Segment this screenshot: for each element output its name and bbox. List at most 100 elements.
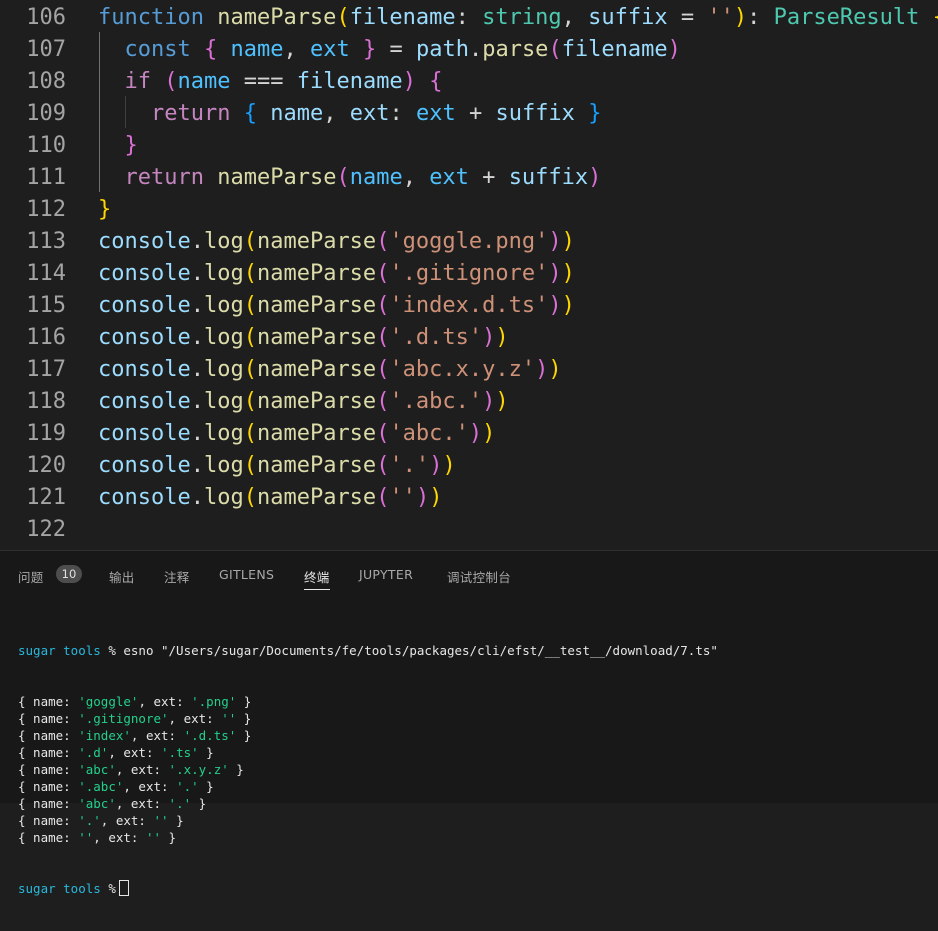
- line-number: 119: [26, 421, 66, 446]
- code-line[interactable]: 108 if (name === filename) {: [0, 66, 938, 98]
- tab-problems[interactable]: 问题: [18, 567, 44, 586]
- output-brace-close: }: [198, 779, 214, 794]
- output-brace-open: { name:: [18, 745, 79, 760]
- code-line[interactable]: 111 return nameParse(name, ext + suffix): [0, 162, 938, 194]
- bottom-panel: 问题 10 输出 注释 GITLENS 终端 JUPYTER 调试控制台 sug…: [0, 551, 938, 896]
- code-line[interactable]: 120 console.log(nameParse('.')): [0, 450, 938, 482]
- code-token: .: [190, 389, 204, 414]
- code-line[interactable]: 107 const { name, ext } = path.parse(fil…: [0, 34, 938, 66]
- code-token: (: [243, 229, 257, 254]
- output-separator: , ext:: [123, 779, 177, 794]
- tab-debug-console[interactable]: 调试控制台: [447, 567, 511, 586]
- code-token: =: [376, 37, 416, 62]
- code-token: suffix: [508, 165, 589, 190]
- code-token: log: [203, 453, 244, 478]
- tab-gitlens[interactable]: GITLENS: [219, 567, 274, 582]
- code-text: console.log(nameParse('.')): [98, 450, 456, 482]
- code-text: function nameParse(filename: string, suf…: [98, 2, 938, 34]
- code-token: filename: [349, 5, 456, 30]
- terminal-output-line: { name: 'abc', ext: '.' }: [18, 795, 928, 812]
- output-separator: , ext:: [130, 728, 184, 743]
- code-token: 'goggle.png': [389, 229, 549, 254]
- code-line[interactable]: 122: [0, 514, 938, 546]
- tab-comments[interactable]: 注释: [164, 567, 190, 586]
- code-line[interactable]: 117 console.log(nameParse('abc.x.y.z')): [0, 354, 938, 386]
- code-line[interactable]: 119 console.log(nameParse('abc.')): [0, 418, 938, 450]
- terminal-output[interactable]: sugar tools % esno "/Users/sugar/Documen…: [18, 608, 928, 931]
- code-token: (: [376, 357, 390, 382]
- code-token: name: [230, 37, 284, 62]
- code-token: ): [429, 485, 443, 510]
- code-token: log: [203, 229, 244, 254]
- code-text: console.log(nameParse('.d.ts')): [98, 322, 509, 354]
- code-token: log: [203, 325, 244, 350]
- code-token: '.abc.': [389, 389, 483, 414]
- output-brace-close: }: [168, 813, 184, 828]
- code-token: }: [124, 133, 138, 158]
- code-token: nameParse: [256, 229, 377, 254]
- code-token: console: [98, 453, 191, 478]
- code-token: filename: [561, 37, 668, 62]
- code-token: }: [588, 101, 602, 126]
- code-text: console.log(nameParse('.abc.')): [98, 386, 509, 418]
- code-line[interactable]: 115 console.log(nameParse('index.d.ts')): [0, 290, 938, 322]
- code-token: :: [389, 101, 416, 126]
- line-number: 115: [26, 293, 66, 318]
- code-token: ): [495, 325, 509, 350]
- code-token: nameParse: [256, 357, 377, 382]
- terminal-input-line[interactable]: sugar tools %: [18, 880, 928, 897]
- code-line[interactable]: 114 console.log(nameParse('.gitignore')): [0, 258, 938, 290]
- code-token: (: [336, 165, 350, 190]
- code-token: function: [98, 5, 204, 30]
- code-token: console: [98, 421, 191, 446]
- code-token: nameParse: [256, 485, 377, 510]
- code-token: console: [98, 357, 191, 382]
- code-line[interactable]: 118 console.log(nameParse('.abc.')): [0, 386, 938, 418]
- output-name-value: '.': [78, 813, 101, 828]
- code-token: '.d.ts': [389, 325, 483, 350]
- tab-jupyter[interactable]: JUPYTER: [359, 567, 413, 582]
- code-line[interactable]: 110 }: [0, 130, 938, 162]
- code-token: string: [482, 5, 562, 30]
- output-brace-close: }: [228, 762, 244, 777]
- line-number: 113: [26, 229, 66, 254]
- code-token: .: [190, 229, 204, 254]
- code-token: ): [561, 293, 575, 318]
- code-line[interactable]: 106 function nameParse(filename: string, …: [0, 2, 938, 34]
- code-token: {: [243, 101, 257, 126]
- code-token: ): [733, 5, 748, 30]
- line-number: 117: [26, 357, 66, 382]
- code-line[interactable]: 116 console.log(nameParse('.d.ts')): [0, 322, 938, 354]
- code-text: console.log(nameParse('goggle.png')): [98, 226, 575, 258]
- code-token: :: [747, 5, 774, 30]
- code-line[interactable]: 121 console.log(nameParse('')): [0, 482, 938, 514]
- code-token: ): [468, 421, 483, 446]
- code-line[interactable]: 113 console.log(nameParse('goggle.png')): [0, 226, 938, 258]
- code-token: ParseResult: [773, 5, 920, 30]
- tab-output[interactable]: 输出: [109, 567, 135, 586]
- code-token: 'abc.': [389, 421, 469, 446]
- code-token: nameParse: [256, 261, 377, 286]
- tab-terminal[interactable]: 终端: [304, 567, 330, 590]
- code-token: suffix: [588, 5, 668, 30]
- code-token: .: [190, 357, 204, 382]
- output-separator: , ext:: [108, 745, 162, 760]
- problems-count-badge: 10: [56, 565, 82, 583]
- code-editor[interactable]: 106 function nameParse(filename: string, …: [0, 0, 938, 550]
- code-text: }: [98, 130, 138, 162]
- code-token: name: [349, 165, 403, 190]
- code-token: ,: [323, 101, 350, 126]
- code-token: nameParse: [256, 453, 377, 478]
- code-token: log: [203, 485, 244, 510]
- terminal-output-line: { name: '.d', ext: '.ts' }: [18, 744, 928, 761]
- output-separator: , ext:: [100, 813, 154, 828]
- code-token: ): [495, 389, 509, 414]
- code-token: (: [548, 37, 562, 62]
- code-line[interactable]: 112}: [0, 194, 938, 226]
- code-text: console.log(nameParse('.gitignore')): [98, 258, 575, 290]
- code-line[interactable]: 109 return { name, ext: ext + suffix }: [0, 98, 938, 130]
